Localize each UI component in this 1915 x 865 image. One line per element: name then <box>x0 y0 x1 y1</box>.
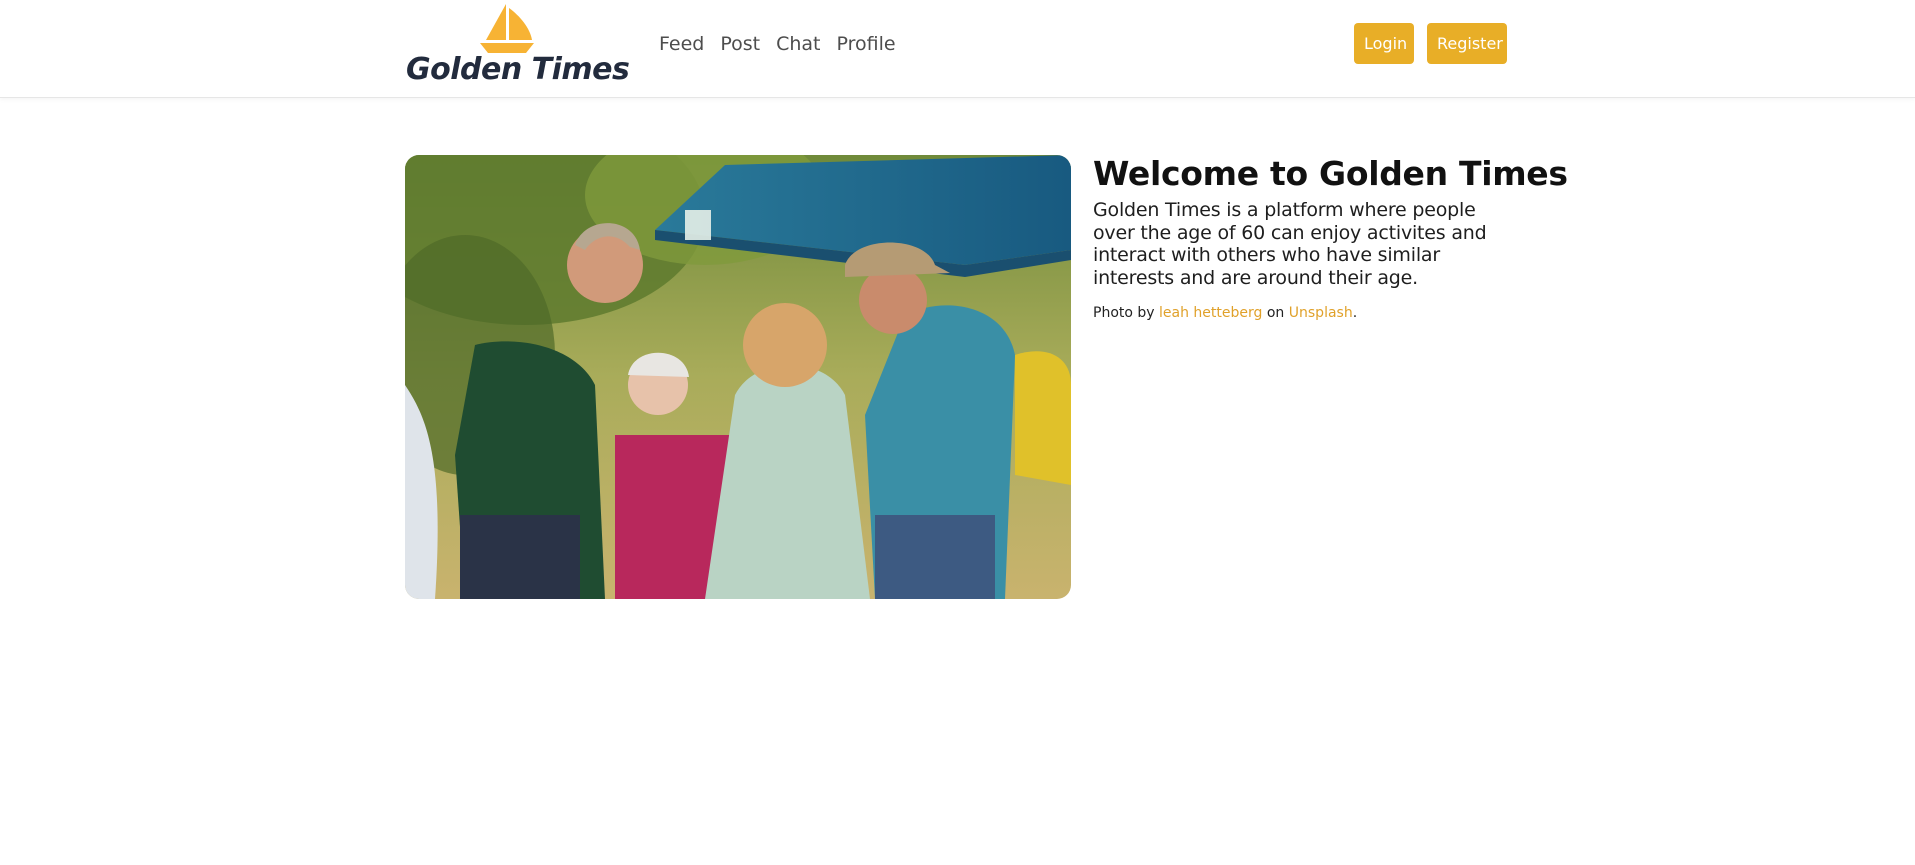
top-navbar: Golden Times Feed Post Chat Profile Logi… <box>0 0 1915 98</box>
nav-item-profile[interactable]: Profile <box>829 29 904 59</box>
main-nav: Feed Post Chat Profile <box>651 29 904 59</box>
hero-description: Golden Times is a platform where people … <box>1093 199 1487 289</box>
brand-logo-link[interactable]: Golden Times <box>406 2 630 90</box>
credit-middle: on <box>1266 305 1285 321</box>
credit-author-link[interactable]: leah hetteberg <box>1159 305 1262 321</box>
brand-name: Golden Times <box>406 52 630 87</box>
credit-suffix: . <box>1352 305 1358 321</box>
credit-source-link[interactable]: Unsplash <box>1289 305 1353 321</box>
register-button[interactable]: Register <box>1427 23 1507 64</box>
login-button[interactable]: Login <box>1354 23 1414 64</box>
page-title: Welcome to Golden Times <box>1093 154 1568 193</box>
nav-item-chat[interactable]: Chat <box>768 29 828 59</box>
credit-prefix: Photo by <box>1093 305 1155 321</box>
photo-credit: Photo by leah hetteberg on Unsplash. <box>1093 303 1513 323</box>
nav-item-feed[interactable]: Feed <box>651 29 712 59</box>
sailboat-icon <box>480 4 534 53</box>
group-of-seniors-photo <box>405 155 1071 599</box>
hero-photo <box>405 155 1071 599</box>
hero-text: Welcome to Golden Times Golden Times is … <box>1093 153 1568 323</box>
nav-item-post[interactable]: Post <box>712 29 768 59</box>
